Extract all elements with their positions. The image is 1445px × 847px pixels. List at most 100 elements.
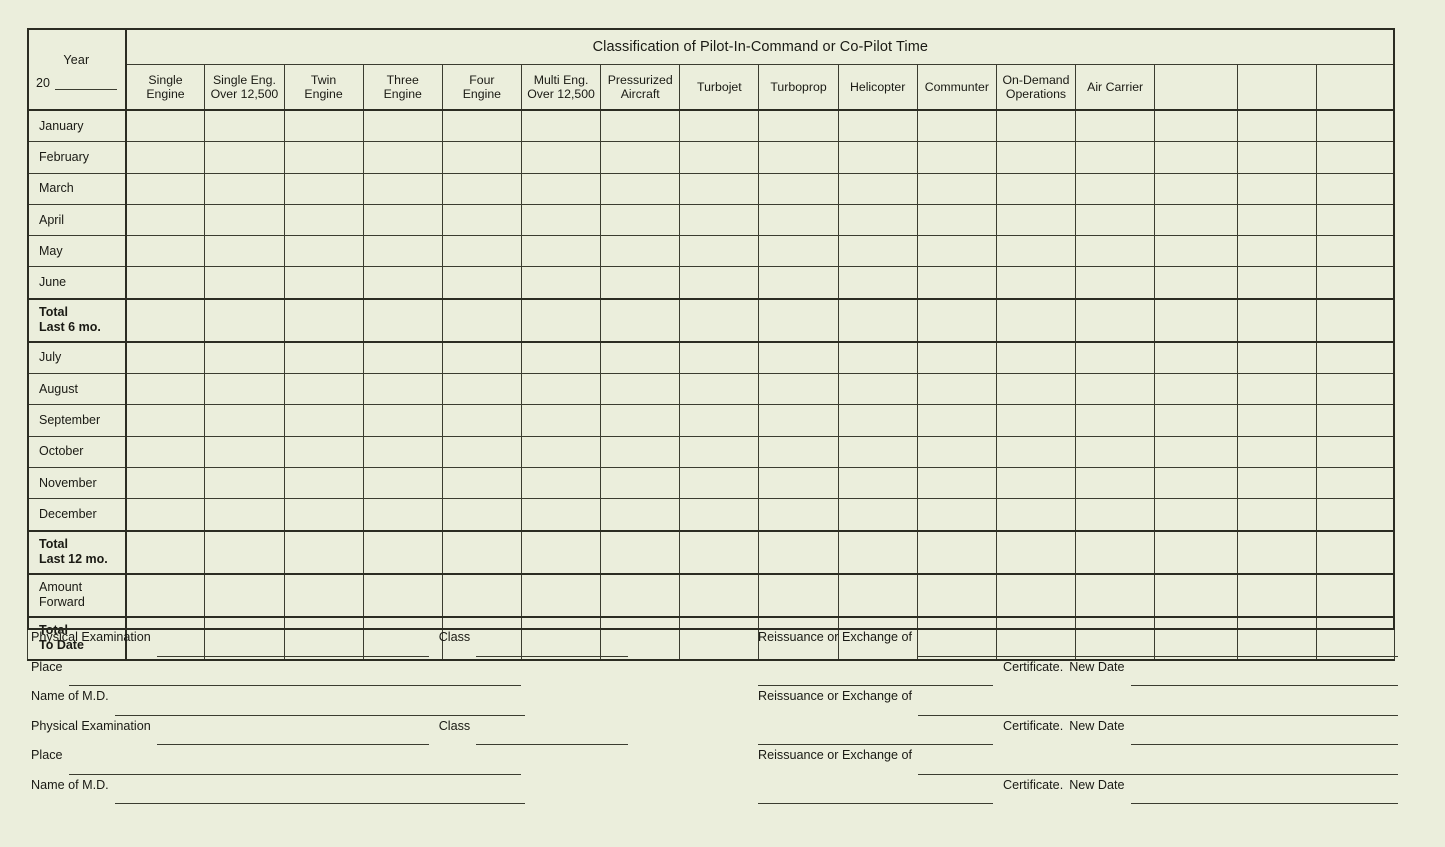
entry-cell[interactable] xyxy=(1075,203,1156,237)
entry-cell[interactable] xyxy=(916,573,997,618)
entry-cell[interactable] xyxy=(125,235,206,268)
entry-cell[interactable] xyxy=(441,529,522,575)
entry-cell[interactable] xyxy=(283,266,364,300)
entry-cell[interactable] xyxy=(758,498,839,532)
entry-cell[interactable] xyxy=(520,435,602,468)
entry-cell[interactable] xyxy=(441,297,522,343)
entry-cell[interactable] xyxy=(1315,235,1396,268)
entry-cell[interactable] xyxy=(995,466,1077,500)
class-field-2[interactable] xyxy=(476,735,629,745)
entry-cell[interactable] xyxy=(283,573,364,618)
entry-cell[interactable] xyxy=(837,109,918,143)
entry-cell[interactable] xyxy=(758,141,839,174)
entry-cell[interactable] xyxy=(204,573,285,618)
entry-cell[interactable] xyxy=(758,373,839,406)
entry-cell[interactable] xyxy=(204,172,285,205)
entry-cell[interactable] xyxy=(1154,297,1239,343)
entry-cell[interactable] xyxy=(600,373,681,406)
entry-cell[interactable] xyxy=(125,109,206,143)
entry-cell[interactable] xyxy=(916,498,997,532)
physical-examination-field-2[interactable] xyxy=(156,735,429,745)
entry-cell[interactable] xyxy=(600,141,681,174)
entry-cell[interactable] xyxy=(362,529,443,575)
entry-cell[interactable] xyxy=(362,435,443,468)
entry-cell[interactable] xyxy=(916,109,997,143)
entry-cell[interactable] xyxy=(441,435,522,468)
entry-cell[interactable] xyxy=(916,235,997,268)
entry-cell[interactable] xyxy=(916,266,997,300)
entry-cell[interactable] xyxy=(283,529,364,575)
entry-cell[interactable] xyxy=(758,435,839,468)
entry-cell[interactable] xyxy=(679,266,760,300)
entry-cell[interactable] xyxy=(1237,341,1317,375)
entry-cell[interactable] xyxy=(1154,235,1239,268)
entry-cell[interactable] xyxy=(520,498,602,532)
entry-cell[interactable] xyxy=(837,373,918,406)
entry-cell[interactable] xyxy=(283,141,364,174)
entry-cell[interactable] xyxy=(995,435,1077,468)
entry-cell[interactable] xyxy=(520,573,602,618)
entry-cell[interactable] xyxy=(758,203,839,237)
entry-cell[interactable] xyxy=(362,466,443,500)
certificate-field-1[interactable] xyxy=(758,676,993,686)
entry-cell[interactable] xyxy=(995,529,1077,575)
entry-cell[interactable] xyxy=(600,498,681,532)
entry-cell[interactable] xyxy=(1154,266,1239,300)
entry-cell[interactable] xyxy=(362,266,443,300)
entry-cell[interactable] xyxy=(837,466,918,500)
entry-cell[interactable] xyxy=(1237,203,1317,237)
entry-cell[interactable] xyxy=(1154,141,1239,174)
entry-cell[interactable] xyxy=(1237,266,1317,300)
entry-cell[interactable] xyxy=(520,266,602,300)
entry-cell[interactable] xyxy=(1315,203,1396,237)
entry-cell[interactable] xyxy=(441,404,522,437)
entry-cell[interactable] xyxy=(1237,235,1317,268)
entry-cell[interactable] xyxy=(1154,466,1239,500)
entry-cell[interactable] xyxy=(758,109,839,143)
entry-cell[interactable] xyxy=(283,466,364,500)
entry-cell[interactable] xyxy=(1075,172,1156,205)
entry-cell[interactable] xyxy=(125,498,206,532)
year-blank-rule[interactable] xyxy=(54,78,117,90)
entry-cell[interactable] xyxy=(1237,435,1317,468)
new-date-field-3[interactable] xyxy=(1130,794,1398,804)
entry-cell[interactable] xyxy=(758,235,839,268)
entry-cell[interactable] xyxy=(916,529,997,575)
entry-cell[interactable] xyxy=(1315,341,1396,375)
entry-cell[interactable] xyxy=(995,498,1077,532)
entry-cell[interactable] xyxy=(441,203,522,237)
entry-cell[interactable] xyxy=(125,573,206,618)
entry-cell[interactable] xyxy=(1315,573,1396,618)
entry-cell[interactable] xyxy=(125,141,206,174)
entry-cell[interactable] xyxy=(758,341,839,375)
entry-cell[interactable] xyxy=(600,297,681,343)
entry-cell[interactable] xyxy=(362,341,443,375)
place-field-2[interactable] xyxy=(68,765,521,775)
entry-cell[interactable] xyxy=(679,235,760,268)
entry-cell[interactable] xyxy=(1154,341,1239,375)
entry-cell[interactable] xyxy=(916,297,997,343)
entry-cell[interactable] xyxy=(125,297,206,343)
entry-cell[interactable] xyxy=(837,404,918,437)
entry-cell[interactable] xyxy=(916,466,997,500)
entry-cell[interactable] xyxy=(837,203,918,237)
entry-cell[interactable] xyxy=(362,297,443,343)
entry-cell[interactable] xyxy=(1075,109,1156,143)
entry-cell[interactable] xyxy=(1315,466,1396,500)
entry-cell[interactable] xyxy=(995,172,1077,205)
entry-cell[interactable] xyxy=(1154,203,1239,237)
entry-cell[interactable] xyxy=(362,141,443,174)
entry-cell[interactable] xyxy=(204,141,285,174)
entry-cell[interactable] xyxy=(204,109,285,143)
entry-cell[interactable] xyxy=(1075,404,1156,437)
entry-cell[interactable] xyxy=(1315,266,1396,300)
entry-cell[interactable] xyxy=(520,172,602,205)
entry-cell[interactable] xyxy=(600,529,681,575)
entry-cell[interactable] xyxy=(125,203,206,237)
entry-cell[interactable] xyxy=(1315,297,1396,343)
entry-cell[interactable] xyxy=(1075,498,1156,532)
entry-cell[interactable] xyxy=(125,529,206,575)
entry-cell[interactable] xyxy=(995,235,1077,268)
entry-cell[interactable] xyxy=(125,435,206,468)
entry-cell[interactable] xyxy=(362,404,443,437)
